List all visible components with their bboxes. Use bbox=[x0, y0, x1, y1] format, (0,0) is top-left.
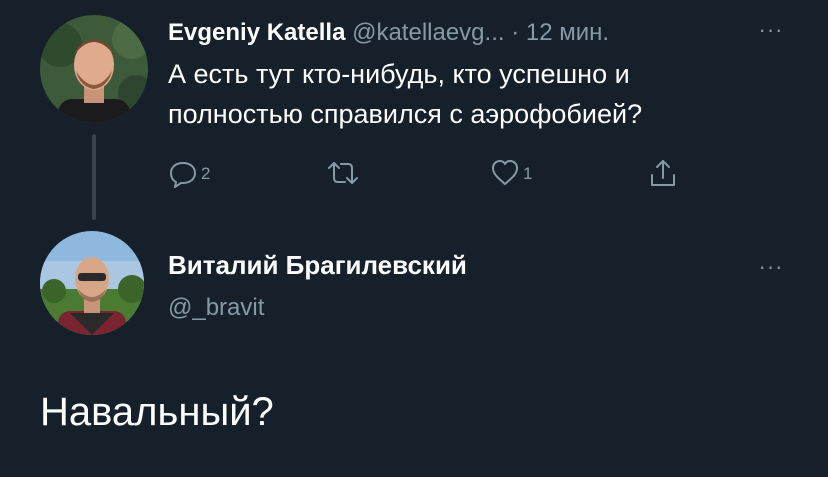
author-name[interactable]: Виталий Брагилевский bbox=[168, 247, 467, 283]
tweet-header: Evgeniy Katella @katellaevg... · 12 мин. bbox=[168, 16, 609, 50]
author-handle[interactable]: @katellaevg... bbox=[352, 19, 504, 46]
retweet-button[interactable] bbox=[326, 156, 363, 190]
main-tweet: Виталий Брагилевский @_bravit ··· Наваль… bbox=[0, 225, 828, 477]
tweet-actions: 2 1 bbox=[168, 156, 708, 190]
tweet-text: Навальный? bbox=[40, 390, 274, 434]
tweet-text: А есть тут кто-нибудь, кто успешно и пол… bbox=[168, 59, 643, 129]
author-name[interactable]: Evgeniy Katella bbox=[168, 19, 345, 46]
reply-count: 2 bbox=[201, 164, 211, 183]
reply-to-tweet[interactable]: Evgeniy Katella @katellaevg... · 12 мин.… bbox=[0, 0, 828, 225]
like-count: 1 bbox=[523, 164, 533, 183]
retweet-icon bbox=[326, 158, 360, 188]
reply-button[interactable]: 2 bbox=[168, 156, 210, 190]
heart-icon bbox=[490, 158, 520, 188]
avatar-evgeniy-katella[interactable] bbox=[40, 15, 148, 123]
avatar-vitaliy-bragilevskiy[interactable] bbox=[40, 231, 144, 335]
share-icon bbox=[648, 158, 678, 188]
header-separator: · bbox=[504, 19, 526, 46]
more-icon[interactable]: ··· bbox=[754, 19, 788, 41]
tweet-timestamp[interactable]: 12 мин. bbox=[526, 19, 609, 46]
share-button[interactable] bbox=[648, 156, 678, 190]
reply-icon bbox=[168, 158, 198, 188]
author-handle[interactable]: @_bravit bbox=[168, 291, 264, 325]
like-button[interactable]: 1 bbox=[490, 156, 532, 190]
thread-connector-line bbox=[92, 134, 96, 220]
more-icon[interactable]: ··· bbox=[754, 256, 788, 278]
